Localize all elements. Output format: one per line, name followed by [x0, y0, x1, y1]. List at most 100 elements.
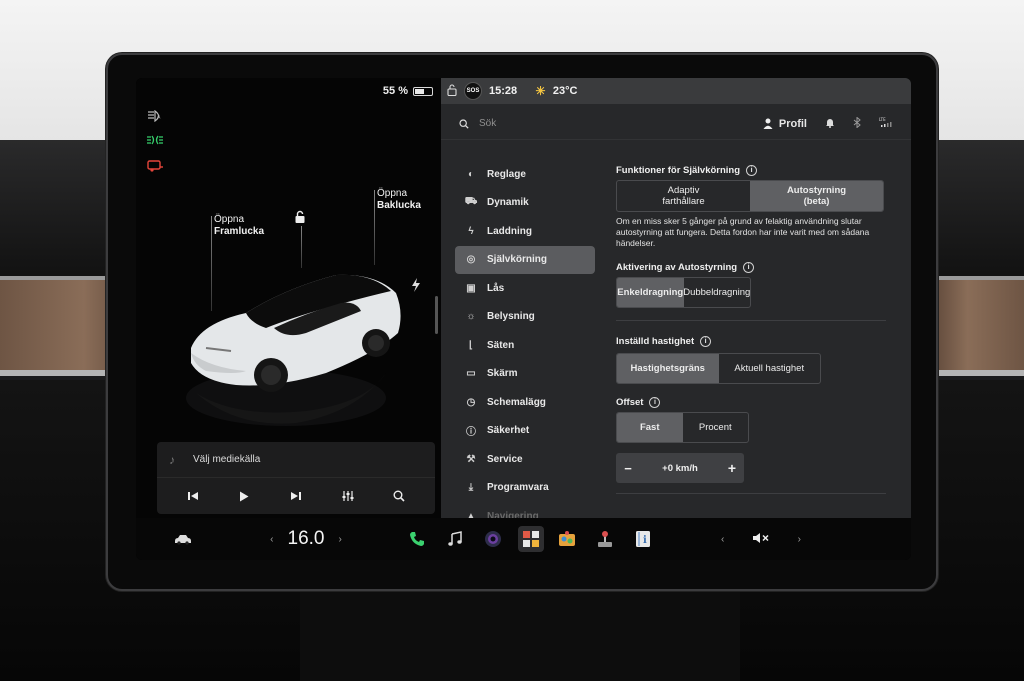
features-option-1[interactable]: Autostyrning (beta) [750, 181, 883, 211]
cabin-temperature-control: ‹ 16.0 › [261, 524, 351, 554]
settings-panel: SOS 15:28 ☀ 23°C Sök Profil LTE ◐ Reglage… [441, 78, 911, 522]
info-icon[interactable]: i [743, 261, 755, 273]
speed-selector: Hastighetsgräns Aktuell hastighet [616, 353, 821, 384]
car-lock-icon[interactable] [293, 210, 307, 229]
next-track-button[interactable] [283, 483, 309, 509]
sun-icon: ☼ [466, 311, 476, 323]
info-icon[interactable]: i [700, 335, 712, 347]
nav-item-skärm[interactable]: ▭ Skärm [455, 360, 595, 389]
offset-option-0[interactable]: Fast [617, 413, 683, 442]
volume-muted-icon[interactable] [752, 532, 770, 547]
frunk-open-label[interactable]: Öppna Framlucka [214, 214, 264, 238]
music-icon[interactable] [442, 526, 468, 552]
download-icon: ⤓ [468, 482, 474, 494]
profile-label: Profil [778, 117, 807, 130]
camera-icon[interactable] [480, 526, 506, 552]
features-description: Om en miss sker 5 gånger på grund av fel… [616, 216, 870, 248]
decrease-offset-button[interactable]: − [616, 461, 640, 476]
search-icon [459, 118, 469, 129]
battery-status: 55 % [383, 85, 433, 97]
car-panel-scrollbar[interactable] [435, 296, 438, 334]
nav-item-lås[interactable]: ▣ Lås [455, 274, 595, 303]
speed-option-0[interactable]: Hastighetsgräns [617, 354, 719, 383]
temp-increase-button[interactable]: › [338, 534, 341, 545]
clock: 15:28 [489, 85, 518, 97]
features-section-title: Funktioner för Självkörning i [616, 162, 886, 178]
nav-item-belysning[interactable]: ☼ Belysning [455, 303, 595, 332]
music-note-icon: ♪ [169, 452, 175, 467]
previous-track-button[interactable] [180, 483, 206, 509]
toggle-icon: ◐ [467, 168, 475, 180]
settings-search[interactable]: Sök [459, 118, 763, 129]
offset-value: +0 km/h [662, 462, 698, 474]
temp-decrease-button[interactable]: ‹ [270, 534, 273, 545]
offset-option-1[interactable]: Procent [683, 413, 749, 442]
sun-icon: ☀ [535, 84, 546, 98]
cabin-temperature[interactable]: 16.0 [288, 528, 325, 550]
trunk-open-label[interactable]: Öppna Baklucka [377, 188, 421, 212]
info-icon[interactable]: i [649, 396, 661, 408]
car-panel: 55 % A Öppna Framlucka Öppna Baklucka ♪ … [136, 78, 441, 518]
speed-option-1[interactable]: Aktuell hastighet [719, 354, 821, 383]
activation-selector: Enkeldragning Dubbeldragning [616, 277, 751, 308]
status-bar: SOS 15:28 ☀ 23°C [441, 78, 911, 104]
activation-option-0[interactable]: Enkeldragning [617, 278, 684, 307]
speed-section-title: Inställd hastighet i [616, 333, 886, 349]
screen-mount [300, 580, 740, 681]
activation-option-1[interactable]: Dubbeldragning [683, 278, 750, 307]
arcade-icon[interactable] [554, 526, 580, 552]
nav-item-label: Skärm [487, 368, 518, 380]
offset-stepper: − +0 km/h + [616, 453, 744, 483]
header-icons: Profil LTE [763, 115, 893, 131]
bottom-dock: ‹ 16.0 › i ‹ › [136, 518, 911, 560]
svg-text:i: i [643, 535, 647, 546]
joystick-icon[interactable] [592, 526, 618, 552]
search-placeholder: Sök [479, 118, 497, 129]
toybox-icon[interactable] [518, 526, 544, 552]
outside-temperature: 23°C [552, 85, 578, 97]
nav-item-label: Belysning [487, 311, 535, 323]
features-option-0[interactable]: Adaptiv farthållare [617, 181, 750, 211]
nav-item-laddning[interactable]: ϟ Laddning [455, 217, 595, 246]
play-button[interactable] [231, 483, 257, 509]
nav-item-label: Säkerhet [487, 425, 530, 437]
nav-item-label: Service [487, 453, 523, 465]
display-icon: ▭ [466, 368, 476, 380]
charge-port-bolt-icon[interactable] [411, 278, 421, 297]
nav-item-självkörning[interactable]: ◎ Självkörning [455, 245, 595, 274]
car-icon[interactable] [170, 526, 196, 552]
media-search-button[interactable] [386, 483, 412, 509]
offset-title: Offset [616, 396, 644, 408]
wrench-icon: ⚒ [466, 453, 476, 465]
notification-bell-icon[interactable] [825, 117, 835, 131]
nav-item-säkerhet[interactable]: ⓘ Säkerhet [455, 417, 595, 446]
battery-level-fill [415, 88, 425, 94]
equalizer-button[interactable] [335, 483, 361, 509]
nav-item-service[interactable]: ⚒ Service [455, 445, 595, 474]
auto-headlights-icon: A [144, 108, 166, 124]
nav-item-label: Dynamik [487, 197, 529, 209]
nav-item-label: Självkörning [487, 254, 548, 266]
bluetooth-icon[interactable] [853, 115, 861, 131]
nav-item-dynamik[interactable]: ⛟ Dynamik [455, 189, 595, 218]
manual-icon[interactable]: i [630, 526, 656, 552]
info-icon[interactable]: i [746, 164, 758, 176]
touchscreen: 55 % A Öppna Framlucka Öppna Baklucka ♪ … [136, 78, 911, 560]
phone-icon[interactable] [404, 526, 430, 552]
nav-item-schemalägg[interactable]: ◷ Schemalägg [455, 388, 595, 417]
nav-item-programvara[interactable]: ⤓ Programvara [455, 474, 595, 503]
sos-button[interactable]: SOS [464, 82, 482, 100]
media-source-row[interactable]: ♪ Välj mediekälla [157, 442, 435, 478]
bolt-icon: ϟ [468, 225, 474, 237]
nav-item-label: Säten [487, 339, 515, 351]
frunk-label-line-1: Öppna [214, 214, 245, 225]
offset-section-title: Offset i [616, 394, 886, 410]
increase-offset-button[interactable]: + [720, 460, 744, 476]
profile-button[interactable]: Profil [763, 118, 807, 130]
features-selector: Adaptiv farthållare Autostyrning (beta) [616, 180, 884, 212]
nav-item-säten[interactable]: ⌊ Säten [455, 331, 595, 360]
nav-item-reglage[interactable]: ◐ Reglage [455, 160, 595, 189]
volume-up-button[interactable]: › [798, 534, 801, 545]
lock-status-icon[interactable] [447, 83, 457, 99]
volume-down-button[interactable]: ‹ [721, 534, 724, 545]
